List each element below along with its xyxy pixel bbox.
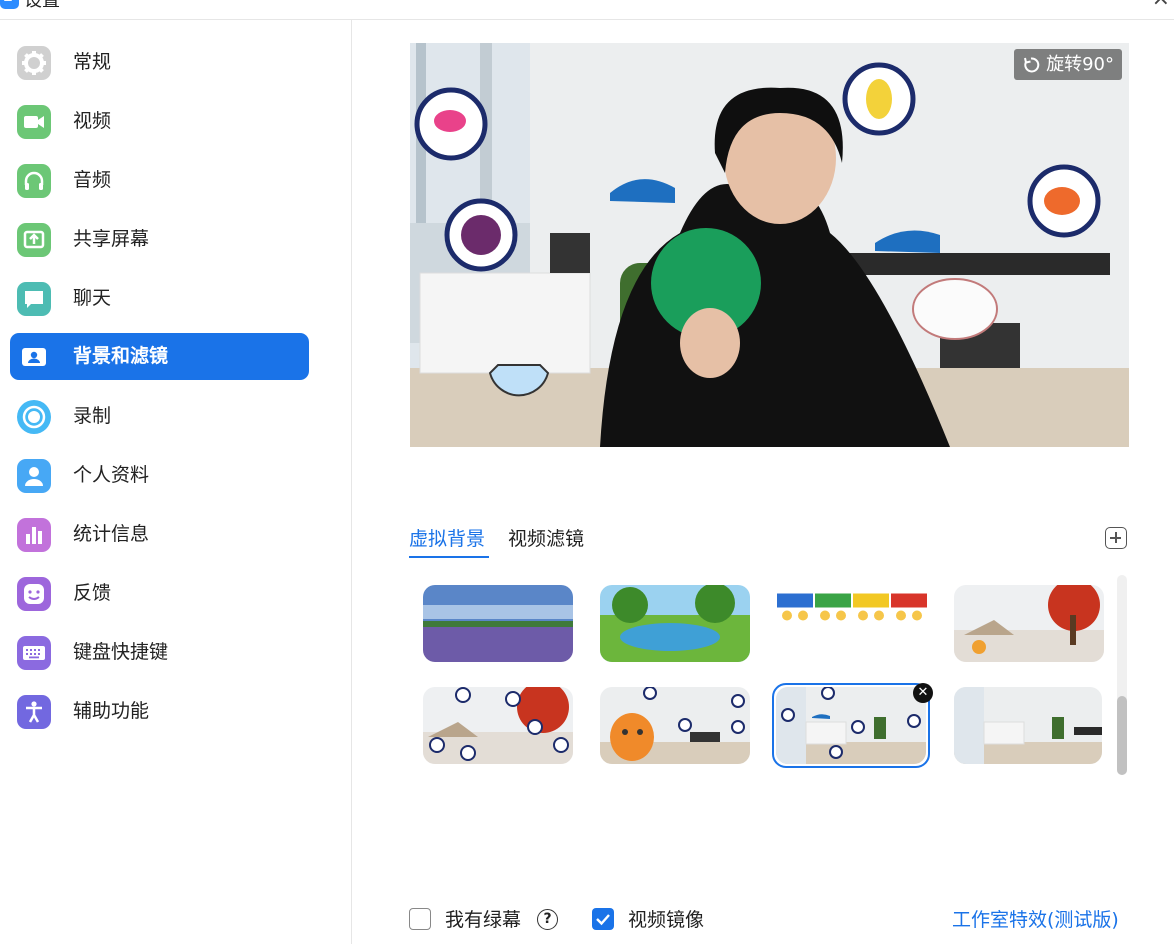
gear-icon	[17, 46, 51, 80]
sidebar-item-label: 音频	[73, 169, 112, 191]
sidebar-item-chat[interactable]: 聊天	[10, 275, 309, 322]
preview-scene-image	[410, 43, 1129, 447]
thumbnails-scrollbar[interactable]	[1117, 696, 1127, 775]
sidebar-item-profile[interactable]: 个人资料	[10, 452, 309, 499]
accessibility-icon	[17, 695, 51, 729]
background-person-icon	[17, 340, 51, 374]
sidebar-item-label: 视频	[73, 110, 112, 132]
share-screen-icon	[17, 223, 51, 257]
sidebar-item-background-filters[interactable]: 背景和滤镜	[10, 333, 309, 380]
active-tab-underline	[409, 556, 489, 558]
video-preview: 旋转90°	[410, 43, 1129, 447]
zoom-app-icon	[0, 0, 19, 9]
studio-effects-link[interactable]: 工作室特效(测试版)	[952, 907, 1119, 933]
rotate-icon	[1024, 57, 1040, 73]
help-icon[interactable]: ?	[537, 909, 558, 930]
sidebar-item-accessibility[interactable]: 辅助功能	[10, 688, 309, 735]
checkmark-icon	[596, 914, 610, 926]
sidebar-item-label: 统计信息	[73, 523, 150, 545]
mirror-video-label[interactable]: 视频镜像	[628, 907, 704, 933]
sidebar-item-label: 常规	[73, 51, 112, 73]
sidebar-item-keyboard-shortcuts[interactable]: 键盘快捷键	[10, 629, 309, 676]
title-bar: 设置 ×	[0, 0, 1174, 20]
background-thumbnail[interactable]	[954, 585, 1104, 662]
sidebar-item-label: 聊天	[73, 287, 112, 309]
background-thumbnail[interactable]	[600, 687, 750, 764]
add-background-button[interactable]	[1105, 527, 1127, 549]
sidebar-item-label: 录制	[73, 405, 112, 427]
background-thumbnail[interactable]	[777, 585, 927, 645]
sidebar-item-video[interactable]: 视频	[10, 98, 309, 145]
sidebar-item-share-screen[interactable]: 共享屏幕	[10, 216, 309, 263]
background-thumbnail[interactable]	[423, 687, 573, 764]
background-thumbnail[interactable]	[423, 585, 573, 662]
sidebar-item-label: 共享屏幕	[73, 228, 150, 250]
profile-person-icon	[17, 459, 51, 493]
sidebar-item-label: 个人资料	[73, 464, 150, 486]
chat-bubble-icon	[17, 282, 51, 316]
keyboard-icon	[17, 636, 51, 670]
green-screen-checkbox[interactable]	[409, 908, 431, 930]
selected-thumbnail-outline	[772, 683, 930, 768]
video-camera-icon	[17, 105, 51, 139]
feedback-smile-icon	[17, 577, 51, 611]
delete-background-icon[interactable]: ✕	[913, 683, 933, 703]
statistics-bars-icon	[17, 518, 51, 552]
settings-sidebar: 常规 视频 音频 共享屏幕 聊天 背景和滤镜 录制 个人资料 统计信息 反馈 键…	[0, 20, 352, 944]
green-screen-label[interactable]: 我有绿幕	[445, 907, 521, 933]
sidebar-item-label: 键盘快捷键	[73, 641, 169, 663]
rotate-90-button[interactable]: 旋转90°	[1014, 49, 1122, 80]
tab-video-filters[interactable]: 视频滤镜	[508, 526, 584, 552]
window-title: 设置	[24, 0, 60, 11]
sidebar-item-label: 背景和滤镜	[73, 345, 169, 367]
sidebar-item-general[interactable]: 常规	[10, 39, 309, 86]
sidebar-item-recording[interactable]: 录制	[10, 393, 309, 440]
background-thumbnail[interactable]	[600, 585, 750, 662]
sidebar-item-feedback[interactable]: 反馈	[10, 570, 309, 617]
sidebar-item-statistics[interactable]: 统计信息	[10, 511, 309, 558]
record-icon	[17, 400, 51, 434]
sidebar-item-label: 反馈	[73, 582, 112, 604]
headphones-icon	[17, 164, 51, 198]
sidebar-item-audio[interactable]: 音频	[10, 157, 309, 204]
background-thumbnail[interactable]	[954, 687, 1102, 764]
tab-virtual-background[interactable]: 虚拟背景	[409, 526, 485, 552]
sidebar-item-label: 辅助功能	[73, 700, 150, 722]
close-icon[interactable]: ×	[1152, 0, 1170, 10]
rotate-label: 旋转90°	[1046, 54, 1114, 75]
mirror-video-checkbox[interactable]	[592, 908, 614, 930]
